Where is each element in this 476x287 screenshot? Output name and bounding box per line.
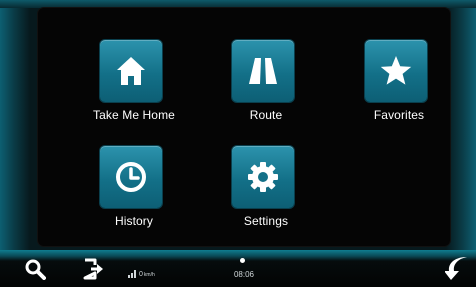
bottom-status-bar (0, 250, 476, 287)
settings-tile[interactable]: Settings (198, 122, 334, 228)
gps-indicator-dot (240, 258, 245, 263)
history-button[interactable] (100, 146, 162, 208)
take-me-home-label: Take Me Home (93, 108, 175, 122)
house-icon (117, 57, 145, 85)
main-menu-panel: Take Me Home Route Favorites History Set… (38, 8, 450, 246)
favorites-button[interactable] (365, 40, 427, 102)
route-tile[interactable]: Route (198, 16, 334, 122)
history-tile[interactable]: History (66, 122, 202, 228)
speed-readout: 0 km/h (128, 270, 155, 278)
settings-button[interactable] (232, 146, 294, 208)
back-button[interactable] (444, 254, 470, 282)
search-icon (25, 259, 46, 280)
clock-time: 08:06 (233, 270, 255, 279)
speed-unit: km/h (143, 272, 155, 278)
route-button[interactable] (232, 40, 294, 102)
gear-icon (248, 162, 278, 192)
take-me-home-button[interactable] (100, 40, 162, 102)
history-label: History (114, 214, 154, 228)
back-arrow-icon (445, 257, 467, 280)
exit-button[interactable] (80, 256, 106, 282)
take-me-home-tile[interactable]: Take Me Home (66, 16, 202, 122)
star-icon (380, 56, 412, 85)
route-label: Route (249, 108, 283, 122)
speed-value: 0 (139, 271, 143, 278)
top-bar (0, 0, 476, 8)
signal-bars-icon (128, 270, 136, 278)
favorites-tile[interactable]: Favorites (331, 16, 467, 122)
clock-icon (116, 162, 146, 192)
exit-icon (83, 258, 103, 280)
favorites-label: Favorites (373, 108, 425, 122)
road-icon (249, 58, 277, 84)
settings-label: Settings (243, 214, 289, 228)
search-button[interactable] (22, 256, 48, 282)
